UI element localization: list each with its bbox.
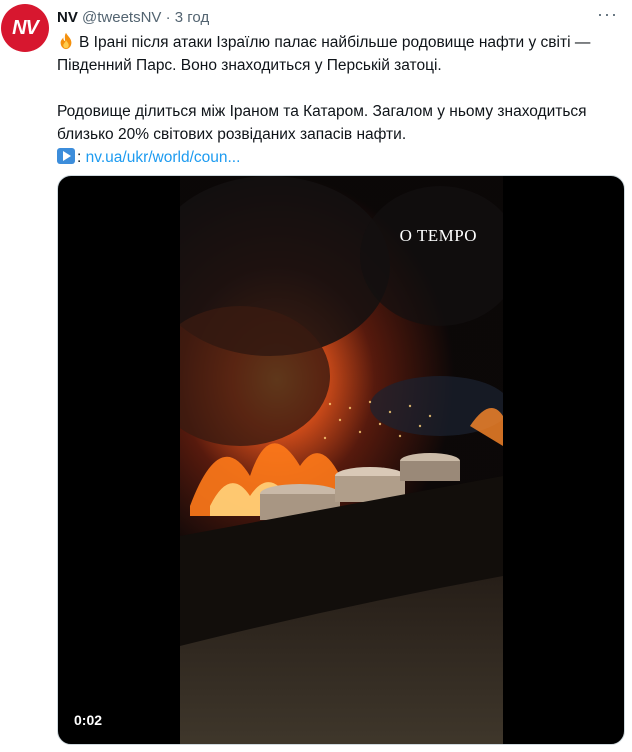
author-name[interactable]: NV <box>57 9 78 26</box>
tweet-line-1: В Ірані після атаки Ізраїлю палає найбіл… <box>57 34 591 74</box>
fire-emoji-icon <box>60 32 72 50</box>
video-thumbnail <box>180 176 503 744</box>
video-watermark: O TEMPO <box>399 226 477 245</box>
video-frame[interactable]: O TEMPO <box>180 176 503 744</box>
separator: · <box>165 9 171 26</box>
video-duration: 0:02 <box>74 712 103 728</box>
avatar-logo-text: NV <box>12 16 39 39</box>
more-icon[interactable]: ··· <box>597 5 618 23</box>
tweet-header: NV @tweetsNV · 3 год <box>57 8 209 28</box>
tweet-paragraph-2: Родовище ділиться між Іраном та Катаром.… <box>57 103 587 143</box>
timestamp[interactable]: 3 год <box>175 9 209 26</box>
video-player[interactable]: O TEMPO 0:02 <box>57 175 625 745</box>
play-button-emoji-icon <box>57 148 75 164</box>
author-handle[interactable]: @tweetsNV <box>82 9 161 26</box>
avatar[interactable]: NV <box>1 4 49 52</box>
article-link[interactable]: nv.ua/ukr/world/coun... <box>86 149 241 166</box>
tweet-link-line: : nv.ua/ukr/world/coun... <box>57 146 625 169</box>
tweet-paragraph-1: В Ірані після атаки Ізраїлю палає найбіл… <box>57 31 625 77</box>
tweet-text: В Ірані після атаки Ізраїлю палає найбіл… <box>57 31 625 169</box>
link-prefix: : <box>77 149 82 166</box>
